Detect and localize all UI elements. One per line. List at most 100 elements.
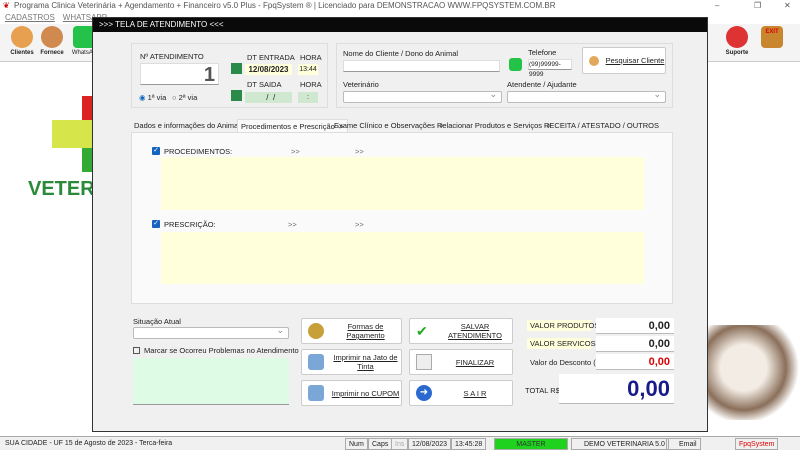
label: Situação Atual xyxy=(133,317,181,326)
suporte-button[interactable]: Suporte xyxy=(721,26,753,60)
prescricao-checkbox[interactable]: ✓ xyxy=(152,220,160,228)
maximize-button[interactable]: ❐ xyxy=(754,0,761,11)
label: VALOR SERVICOS xyxy=(527,338,596,349)
app-title-bar: ❦ Programa Clinica Veterinária + Agendame… xyxy=(0,0,800,11)
problemas-textarea[interactable] xyxy=(133,358,289,405)
procedimentos-checkbox[interactable]: ✓ xyxy=(152,147,160,155)
logo-yellow-block xyxy=(52,120,92,148)
document-check-icon xyxy=(416,354,432,370)
arrow-right-icon: ➜ xyxy=(416,385,432,401)
app-title: Programa Clinica Veterinária + Agendamen… xyxy=(14,1,556,10)
minimize-button[interactable]: – xyxy=(715,0,719,11)
arrow-label: >> xyxy=(288,220,297,229)
coins-icon xyxy=(308,323,324,339)
cliente-input[interactable] xyxy=(343,60,500,72)
via2-radio[interactable]: ○ 2ª via xyxy=(172,93,197,102)
label: Telefone xyxy=(528,48,557,57)
label: Valor do Desconto ( - ) xyxy=(530,358,605,367)
valor-servicos: 0,00 xyxy=(596,336,674,352)
label: VALOR PRODUTOS xyxy=(527,320,599,331)
tab-receita[interactable]: RECEITA / ATESTADO / OUTROS xyxy=(541,119,662,132)
pesquisar-cliente-button[interactable]: Pesquisar Cliente xyxy=(582,47,666,74)
attendance-dialog: >>> TELA DE ATENDIMENTO <<< Nº ATENDIMEN… xyxy=(92,17,708,432)
sair-button[interactable]: ➜ S A I R xyxy=(409,380,513,406)
attendance-panel: Nº ATENDIMENTO 1 ◉ 1ª via ○ 2ª via DT EN… xyxy=(131,43,328,108)
tab-produtos-servicos[interactable]: Relacionar Produtos e Serviços -> xyxy=(434,119,554,132)
veterinario-select[interactable] xyxy=(343,89,502,103)
valor-desconto-input[interactable]: 0,00 xyxy=(596,354,674,370)
label: PROCEDIMENTOS: xyxy=(164,147,233,156)
tab-exame-clinico[interactable]: Exame Clínico e Observações -> xyxy=(331,119,447,132)
person-icon xyxy=(41,26,63,48)
label: DT ENTRADA xyxy=(247,53,295,62)
arrow-label: >> xyxy=(355,220,364,229)
telefone-input[interactable]: (99)99999-9999 xyxy=(528,59,572,78)
tab-bar: Dados e informações do Animal -> Procedi… xyxy=(131,119,673,133)
users-icon xyxy=(11,26,33,48)
label: 2ª via xyxy=(178,93,198,102)
status-ins: Ins xyxy=(391,438,409,450)
imprimir-cupom-button[interactable]: Imprimir no CUPOM xyxy=(301,380,402,406)
situacao-select[interactable] xyxy=(133,325,289,339)
label: HORA xyxy=(300,53,322,62)
hora-saida-field[interactable]: : xyxy=(298,92,318,103)
fornece-button[interactable]: Fornece xyxy=(36,26,68,60)
exit-button[interactable]: EXIT xyxy=(756,26,788,60)
prescricao-textarea[interactable] xyxy=(161,232,644,284)
dt-entrada-field[interactable]: 12/08/2023 xyxy=(245,64,292,75)
label: DT SAIDA xyxy=(247,80,282,89)
printer-icon xyxy=(308,385,324,401)
procedimentos-textarea[interactable] xyxy=(161,157,644,210)
problemas-checkbox[interactable]: Marcar se Ocorreu Problemas no Atendimen… xyxy=(133,346,299,355)
label: Veterinário xyxy=(343,80,379,89)
paw-icon: ❦ xyxy=(3,1,10,10)
calendar-icon[interactable] xyxy=(231,63,242,74)
label: Nome do Cliente / Dono do Animal xyxy=(343,49,459,58)
status-company: DEMO VETERINARIA 5.0 xyxy=(571,438,669,450)
label: Imprimir no CUPOM xyxy=(331,388,400,398)
label: Fornece xyxy=(40,50,64,56)
logo-green-block xyxy=(82,148,92,172)
client-panel: Nome do Cliente / Dono do Animal Telefon… xyxy=(336,43,673,108)
search-user-icon xyxy=(589,55,599,66)
atendente-select[interactable] xyxy=(507,89,666,103)
menu-cadastros[interactable]: CADASTROS xyxy=(5,13,55,22)
exit-door-icon: EXIT xyxy=(761,26,783,48)
label: Nº ATENDIMENTO xyxy=(140,52,204,61)
whatsapp-icon[interactable] xyxy=(509,58,522,71)
label: 1ª via xyxy=(147,93,167,102)
status-user: MASTER xyxy=(494,438,568,450)
hora-entrada-field[interactable]: 13:44 xyxy=(298,64,318,75)
imprimir-jato-button[interactable]: Imprimir na Jato de Tinta xyxy=(301,349,402,375)
arrow-label: >> xyxy=(355,147,364,156)
dt-saida-field[interactable]: / / xyxy=(245,92,292,103)
close-button[interactable]: ✕ xyxy=(784,0,791,11)
status-city-date: SUA CIDADE - UF 15 de Agosto de 2023 - T… xyxy=(5,440,173,447)
status-brand: FpqSystem xyxy=(735,438,779,450)
formas-pagamento-button[interactable]: Formas de Pagamento xyxy=(301,318,402,344)
support-icon xyxy=(726,26,748,48)
cat-image xyxy=(706,325,800,420)
atendimento-number[interactable]: 1 xyxy=(140,63,219,86)
email-button[interactable]: Email xyxy=(666,438,701,450)
via1-radio[interactable]: ◉ 1ª via xyxy=(139,93,166,102)
logo-red-block xyxy=(82,96,92,120)
finalizar-button[interactable]: FINALIZAR xyxy=(409,349,513,375)
salvar-atendimento-button[interactable]: ✔ SALVAR ATENDIMENTO xyxy=(409,318,513,344)
label: Marcar se Ocorreu Problemas no Atendimen… xyxy=(144,346,299,355)
clientes-button[interactable]: Clientes xyxy=(6,26,38,60)
label: Imprimir na Jato de Tinta xyxy=(333,353,398,371)
valor-produtos: 0,00 xyxy=(596,318,674,334)
dialog-title: >>> TELA DE ATENDIMENTO <<< xyxy=(93,18,707,32)
status-bar: SUA CIDADE - UF 15 de Agosto de 2023 - T… xyxy=(0,436,800,450)
tab-dados-animal[interactable]: Dados e informações do Animal -> xyxy=(131,119,252,132)
label: SALVAR ATENDIMENTO xyxy=(448,322,502,340)
label: S A I R xyxy=(463,388,487,398)
calendar-icon[interactable] xyxy=(231,90,242,101)
label: Atendente / Ajudante xyxy=(507,80,577,89)
background-logo: VETER xyxy=(28,178,95,200)
label: Pesquisar Cliente xyxy=(605,56,665,65)
checkmark-icon: ✔ xyxy=(416,323,428,339)
printer-icon xyxy=(308,354,324,370)
label: TOTAL R$ xyxy=(525,386,560,395)
